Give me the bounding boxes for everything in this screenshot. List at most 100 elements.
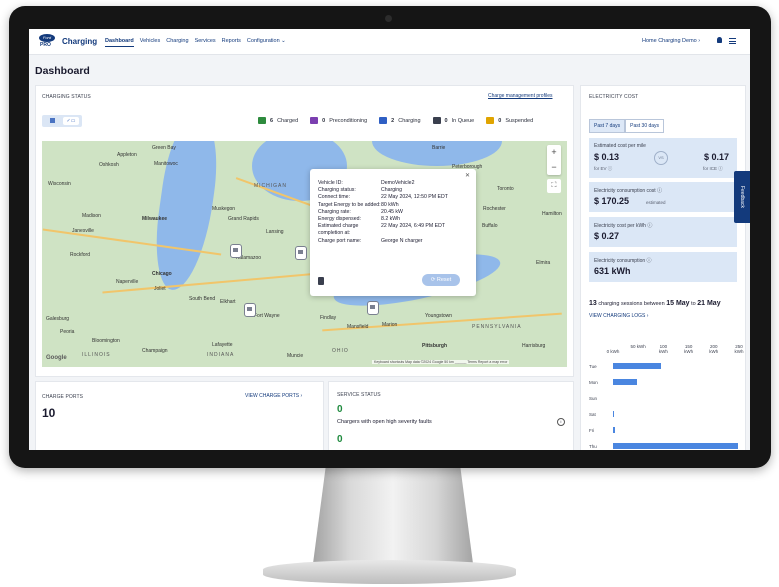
charger-status-icon <box>258 117 266 124</box>
charger-map[interactable]: Green Bay Appleton Oshkosh Manitowoc Wiscons… <box>42 141 567 367</box>
zoom-out-button[interactable]: − <box>547 160 561 175</box>
chart-bar[interactable] <box>613 363 661 369</box>
map-city-label: Bloomington <box>92 338 120 344</box>
electricity-consumption-label: Electricity consumption ⓘ <box>594 258 652 264</box>
sessions-summary: 13 charging sessions between 15 May to 2… <box>589 300 721 307</box>
legend-item[interactable]: 0 Preconditioning <box>310 117 367 124</box>
consumption-cost-sub: estimated <box>646 200 666 205</box>
popup-row: Target Energy to be added: 80 kWh <box>318 202 470 209</box>
map-zoom-control[interactable]: + − <box>547 145 561 175</box>
legend-item[interactable]: 0 In Queue <box>432 117 474 124</box>
electricity-consumption-tile: Electricity consumption ⓘ 631 kWh <box>589 252 737 282</box>
map-city-label: Elkhart <box>220 299 236 305</box>
ev-cost-value: $ 0.13 <box>594 152 620 162</box>
charger-pin[interactable] <box>244 303 256 317</box>
map-city-label: Champaign <box>142 348 168 354</box>
charge-ports-title: CHARGE PORTS <box>42 394 84 400</box>
nav-services[interactable]: Services <box>195 38 216 47</box>
popup-row: Charging rate: 20.45 kW <box>318 209 470 216</box>
popup-value: George N charger <box>381 237 423 244</box>
tab-past-7-days[interactable]: Past 7 days <box>589 119 626 133</box>
service-status-card: SERVICE STATUS 0 Chargers with open high… <box>328 381 574 450</box>
legend-item[interactable]: 0 Suspended <box>486 117 533 124</box>
map-city-label: Hamilton <box>542 211 562 217</box>
consumption-cost-tile: Electricity consumption cost ⓘ $ 170.25 … <box>589 182 737 212</box>
vehicle-info-popup: ✕ Vehicle ID: DemoVehicle2 Charging status… <box>310 169 476 296</box>
charger-status-icon <box>310 117 319 124</box>
legend-count: 0 <box>322 117 326 124</box>
chart-bar[interactable] <box>613 427 616 433</box>
nav-vehicles[interactable]: Vehicles <box>140 38 161 47</box>
close-icon[interactable]: ✕ <box>465 172 470 179</box>
charger-plug-icon <box>318 277 324 285</box>
charger-status-icon <box>432 117 441 124</box>
top-navigation: Ford PRO Charging Dashboard Vehicles Cha… <box>29 29 750 55</box>
legend-label: Suspended <box>505 117 534 124</box>
map-city-label: Naperville <box>116 279 139 285</box>
ford-pro-logo[interactable]: Ford PRO <box>39 34 55 48</box>
map-city-label: Toronto <box>497 186 514 192</box>
app-screen: Ford PRO Charging Dashboard Vehicles Cha… <box>29 29 750 450</box>
map-view-icon[interactable]: ✓▭ <box>63 117 79 125</box>
nav-dashboard[interactable]: Dashboard <box>105 38 134 47</box>
popup-value: 80 kWh <box>381 201 399 208</box>
cost-per-kwh-tile: Electricity cost per kWh ⓘ $ 0.27 <box>589 217 737 247</box>
charger-pin[interactable] <box>367 301 379 315</box>
view-toggle[interactable]: ✓▭ <box>42 115 82 127</box>
info-icon[interactable]: i <box>557 418 565 426</box>
charge-ports-count: 10 <box>42 406 56 420</box>
cost-per-kwh-value: $ 0.27 <box>594 231 620 241</box>
nav-configuration[interactable]: Configuration ⌄ <box>247 38 286 47</box>
sessions-text: charging sessions between <box>598 301 665 307</box>
popup-value: DemoVehicle2 <box>381 180 415 186</box>
view-charge-ports-link[interactable]: VIEW CHARGE PORTS › <box>245 393 302 399</box>
chart-x-tick: 100 kWh <box>658 344 668 354</box>
zoom-in-button[interactable]: + <box>547 145 561 160</box>
charger-pin[interactable] <box>295 246 307 260</box>
high-severity-description: Chargers with open high severity faults <box>337 419 432 425</box>
popup-value: 22 May 2024, 12:50 PM EDT <box>381 194 448 201</box>
charger-status-icon <box>379 117 388 124</box>
chart-bar[interactable] <box>613 443 738 449</box>
nav-charging[interactable]: Charging <box>166 38 188 47</box>
legend-item[interactable]: 2 Charging <box>379 117 421 124</box>
charger-pin[interactable] <box>230 244 242 258</box>
list-view-icon[interactable] <box>50 118 55 123</box>
chart-bar[interactable] <box>613 411 614 417</box>
map-city-label: Milwaukee <box>142 216 168 222</box>
tab-past-30-days[interactable]: Past 30 days <box>625 119 665 133</box>
view-charging-logs-link[interactable]: VIEW CHARGING LOGS › <box>589 313 648 319</box>
charge-management-profiles-link[interactable]: Charge management profiles <box>488 93 552 99</box>
map-city-label: Findlay <box>320 315 337 321</box>
chart-y-label: Sun <box>589 396 598 401</box>
map-city-label: Buffalo <box>482 223 498 229</box>
map-city-label: Peoria <box>60 329 75 335</box>
legend-item[interactable]: 6 Charged <box>258 117 298 124</box>
ice-cost-value: $ 0.17 <box>704 152 730 162</box>
map-city-label: Pittsburgh <box>422 343 447 349</box>
tenant-selector[interactable]: Home Charging Demo › <box>642 38 700 44</box>
page-title: Dashboard <box>35 65 90 77</box>
map-city-label: Wisconsin <box>48 181 71 187</box>
chart-x-axis: 0 kWh 50 kWh 100 kWh 150 kWh 200 kWh 250 kWh <box>589 344 744 358</box>
brand-title: Charging <box>62 37 98 46</box>
feedback-tab[interactable]: Feedback <box>734 171 750 223</box>
electricity-cost-card: ELECTRICITY COST Past 7 days Past 30 day… <box>580 85 746 450</box>
map-attribution[interactable]: Keyboard shortcuts Map data ©2024 Google… <box>372 360 510 364</box>
popup-row: Charging status: Charging <box>318 187 470 194</box>
popup-value: Charging <box>381 187 403 194</box>
chart-y-label: Tue <box>589 364 597 369</box>
consumption-cost-value: $ 170.25 <box>594 196 630 206</box>
map-city-label: Youngstown <box>425 313 453 319</box>
map-city-label: Appleton <box>117 152 137 158</box>
monitor-base <box>263 560 516 584</box>
bell-icon[interactable] <box>717 37 722 43</box>
fullscreen-icon[interactable]: ⛶ <box>547 179 561 193</box>
reset-button[interactable]: ⟳ Reset <box>422 274 460 286</box>
cost-per-mile-tile: Estimated cost per mile $ 0.13 for EV ⓘ … <box>589 138 737 178</box>
chart-x-tick: 50 kWh <box>630 344 646 349</box>
chart-bar[interactable] <box>613 379 638 385</box>
hamburger-menu-icon[interactable] <box>729 38 736 46</box>
monitor-stand <box>312 452 474 570</box>
nav-reports[interactable]: Reports <box>222 38 241 47</box>
